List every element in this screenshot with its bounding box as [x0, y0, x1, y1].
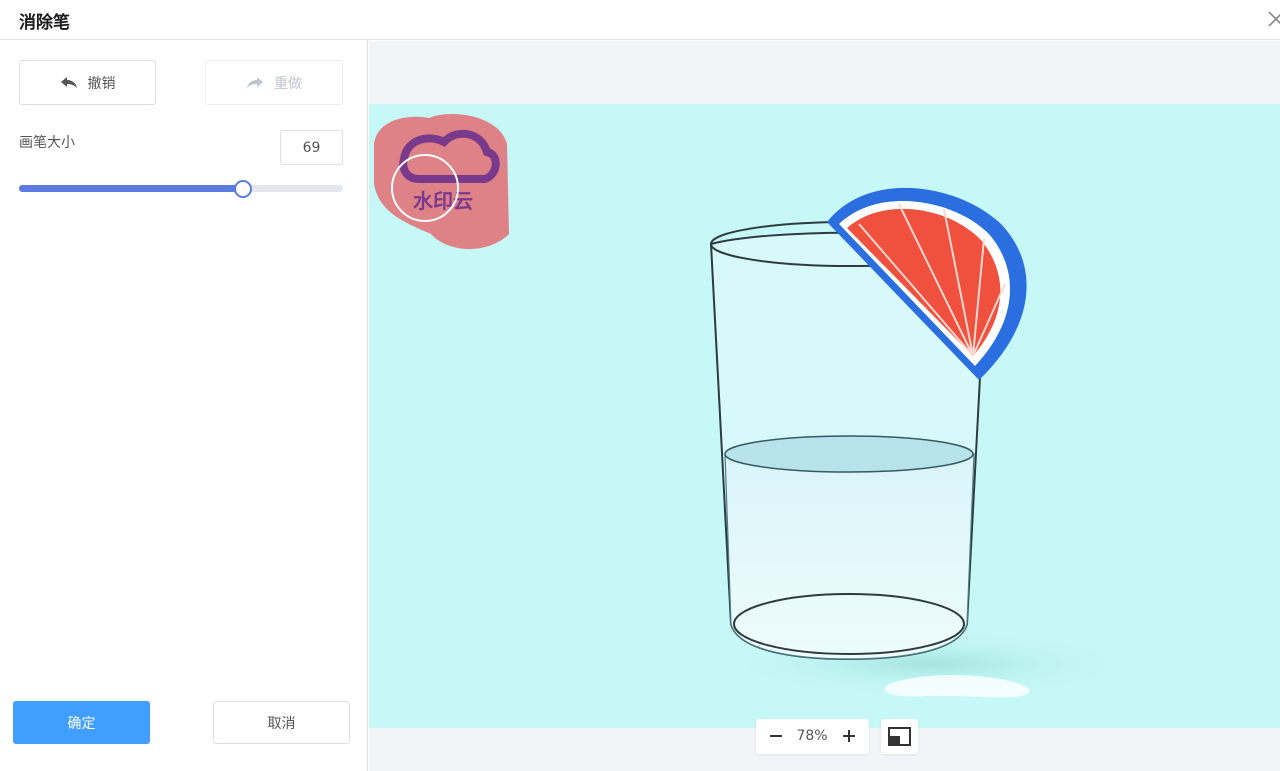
glass-with-grapefruit-image: 水印云	[374, 113, 1149, 699]
confirm-button[interactable]: 确定	[13, 701, 150, 744]
dialog-header: 消除笔	[0, 0, 1280, 40]
brush-size-label: 画笔大小	[19, 135, 75, 151]
watermark-text: 水印云	[413, 189, 473, 213]
fit-screen-button[interactable]	[881, 719, 918, 754]
zoom-out-icon[interactable]	[764, 724, 788, 748]
close-icon[interactable]	[1264, 7, 1280, 31]
redo-label: 重做	[274, 75, 302, 92]
redo-button[interactable]: 重做	[205, 60, 343, 105]
canvas-area: 水印云 78%	[369, 41, 1280, 771]
brush-size-slider[interactable]	[19, 180, 343, 198]
tool-panel: 撤销 重做 画笔大小 确定 取消	[0, 40, 368, 771]
undo-label: 撤销	[87, 75, 116, 92]
cancel-button[interactable]: 取消	[213, 701, 350, 744]
zoom-level: 78%	[796, 728, 828, 744]
fit-screen-icon	[888, 727, 911, 746]
slider-fill	[19, 185, 243, 192]
edit-image[interactable]: 水印云	[369, 104, 1280, 728]
zoom-in-icon[interactable]	[837, 724, 861, 748]
dialog-title: 消除笔	[19, 13, 70, 33]
zoom-control: 78%	[756, 719, 869, 754]
brush-size-input[interactable]	[280, 130, 343, 165]
undo-arrow-icon	[60, 76, 77, 88]
redo-arrow-icon	[247, 76, 263, 88]
undo-button[interactable]: 撤销	[19, 60, 156, 105]
slider-thumb[interactable]	[233, 180, 252, 198]
